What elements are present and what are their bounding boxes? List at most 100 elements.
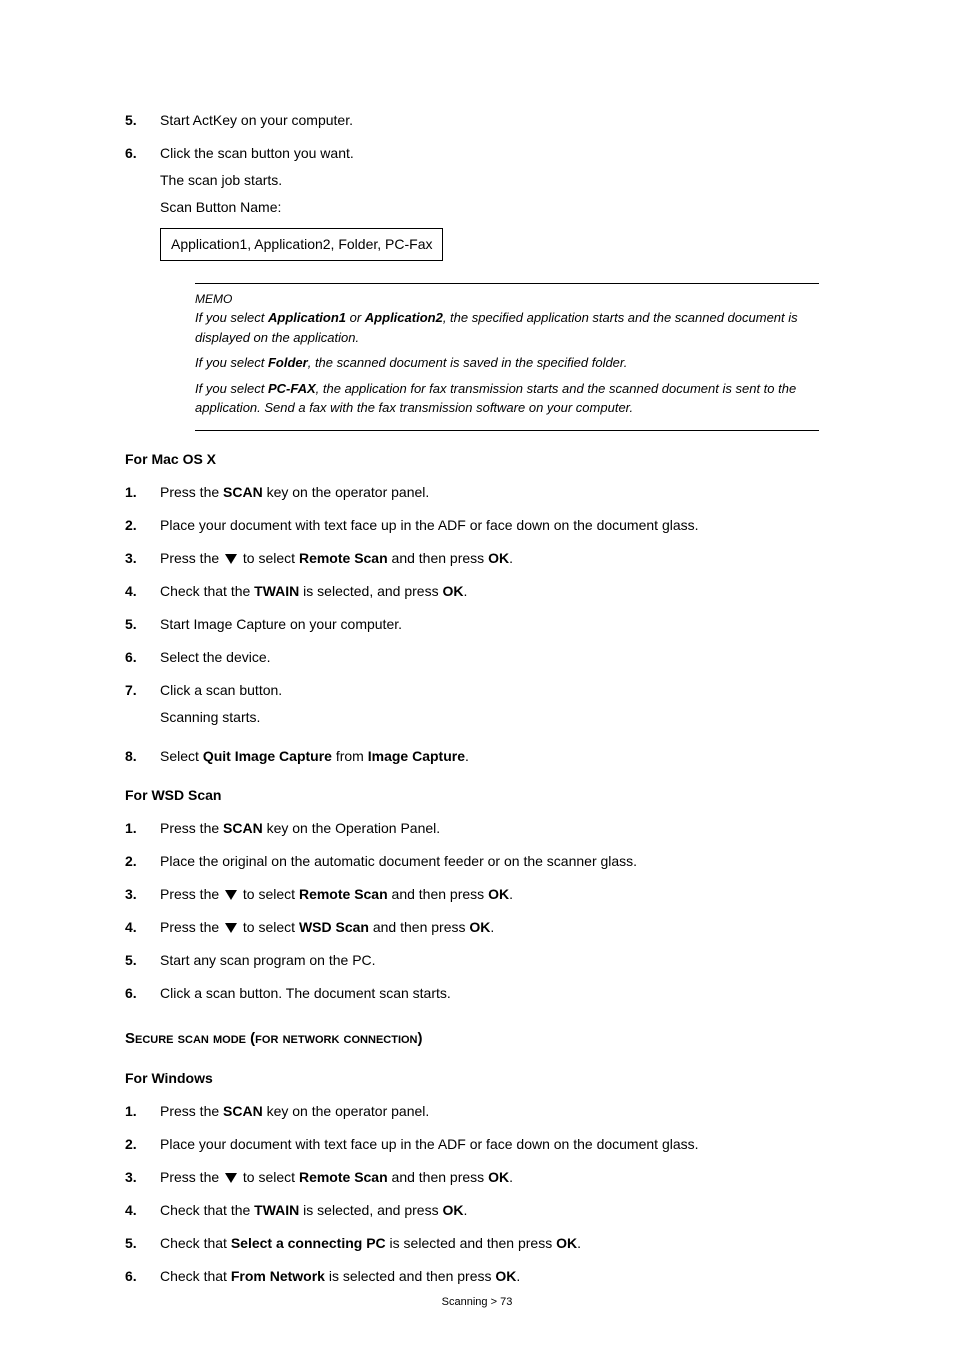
list-item: 4. Check that the TWAIN is selected, and… — [125, 581, 849, 602]
page-footer: Scanning > 73 — [0, 1294, 954, 1311]
bold-text: TWAIN — [254, 583, 299, 599]
list-item: 8. Select Quit Image Capture from Image … — [125, 746, 849, 767]
item-text: Select the device. — [160, 647, 849, 668]
item-content: Press the to select Remote Scan and then… — [160, 548, 849, 569]
item-content: Click the scan button you want. The scan… — [160, 143, 849, 271]
text: key on the operator panel. — [263, 1103, 430, 1119]
list-item: 6. Select the device. — [125, 647, 849, 668]
item-text: Place your document with text face up in… — [160, 515, 849, 536]
item-number: 6. — [125, 983, 160, 1004]
item-content: Click a scan button. Scanning starts. — [160, 680, 849, 734]
item-number: 1. — [125, 1101, 160, 1122]
item-number: 2. — [125, 515, 160, 536]
text: is selected, and press — [299, 583, 442, 599]
item-content: Press the SCAN key on the operator panel… — [160, 482, 849, 503]
text: and then press — [388, 886, 488, 902]
list-item: 6. Click a scan button. The document sca… — [125, 983, 849, 1004]
text: Check that — [160, 1235, 231, 1251]
item-content: Press the SCAN key on the operator panel… — [160, 1101, 849, 1122]
text: If you select — [195, 355, 268, 370]
heading-wsd: For WSD Scan — [125, 785, 849, 806]
item-text: Click a scan button. The document scan s… — [160, 983, 849, 1004]
list-item: 1. Press the SCAN key on the operator pa… — [125, 1101, 849, 1122]
windows-list: 1. Press the SCAN key on the operator pa… — [125, 1101, 849, 1287]
text: Check that the — [160, 1202, 254, 1218]
item-content: Press the to select WSD Scan and then pr… — [160, 917, 849, 938]
bold-text: Remote Scan — [299, 550, 388, 566]
text: . — [463, 1202, 467, 1218]
heading-mac: For Mac OS X — [125, 449, 849, 470]
bold-text: Select a connecting PC — [231, 1235, 386, 1251]
bold-text: Application1 — [268, 310, 346, 325]
item-text: Start Image Capture on your computer. — [160, 614, 849, 635]
sub-para: Scan Button Name: — [160, 197, 849, 218]
text: Press the — [160, 1169, 223, 1185]
item-content: Check that the TWAIN is selected, and pr… — [160, 581, 849, 602]
text: . — [490, 919, 494, 935]
list-item: 5. Check that Select a connecting PC is … — [125, 1233, 849, 1254]
text: to select — [239, 1169, 299, 1185]
text: . — [577, 1235, 581, 1251]
text: . — [465, 748, 469, 764]
text: , the scanned document is saved in the s… — [308, 355, 628, 370]
item-content: Check that Select a connecting PC is sel… — [160, 1233, 849, 1254]
text: Check that the — [160, 583, 254, 599]
item-number: 5. — [125, 614, 160, 635]
item-text: Place the original on the automatic docu… — [160, 851, 849, 872]
bold-text: OK — [488, 550, 509, 566]
text: . — [509, 550, 513, 566]
item-number: 6. — [125, 1266, 160, 1287]
item-number: 7. — [125, 680, 160, 734]
text: is selected and then press — [386, 1235, 556, 1251]
list-item: 4. Check that the TWAIN is selected, and… — [125, 1200, 849, 1221]
item-content: Check that the TWAIN is selected, and pr… — [160, 1200, 849, 1221]
list-item: 3. Press the to select Remote Scan and t… — [125, 884, 849, 905]
text: . — [463, 583, 467, 599]
bold-text: SCAN — [223, 1103, 263, 1119]
item-number: 4. — [125, 1200, 160, 1221]
bold-text: OK — [442, 583, 463, 599]
bold-text: From Network — [231, 1268, 325, 1284]
bold-text: Folder — [268, 355, 308, 370]
heading-windows: For Windows — [125, 1068, 849, 1089]
text: If you select — [195, 310, 268, 325]
sub-para: The scan job starts. — [160, 170, 849, 191]
item-content: Press the SCAN key on the Operation Pane… — [160, 818, 849, 839]
item-text: Start ActKey on your computer. — [160, 110, 849, 131]
down-arrow-icon — [225, 554, 237, 564]
list-item: 5. Start Image Capture on your computer. — [125, 614, 849, 635]
text: key on the operator panel. — [263, 484, 430, 500]
bold-text: Image Capture — [368, 748, 465, 764]
item-number: 6. — [125, 647, 160, 668]
bold-text: WSD Scan — [299, 919, 369, 935]
list-item: 5. Start any scan program on the PC. — [125, 950, 849, 971]
bold-text: Remote Scan — [299, 886, 388, 902]
list-item: 2. Place your document with text face up… — [125, 1134, 849, 1155]
text: . — [509, 886, 513, 902]
list-item: 3. Press the to select Remote Scan and t… — [125, 548, 849, 569]
item-number: 1. — [125, 482, 160, 503]
item-number: 1. — [125, 818, 160, 839]
list-item: 1. Press the SCAN key on the operator pa… — [125, 482, 849, 503]
item-number: 6. — [125, 143, 160, 271]
top-list: 5. Start ActKey on your computer. 6. Cli… — [125, 110, 849, 271]
item-number: 3. — [125, 884, 160, 905]
text: to select — [239, 550, 299, 566]
text: . — [509, 1169, 513, 1185]
item-text: Click the scan button you want. — [160, 143, 849, 164]
item-number: 4. — [125, 581, 160, 602]
list-item: 2. Place your document with text face up… — [125, 515, 849, 536]
bold-text: Remote Scan — [299, 1169, 388, 1185]
memo-title: MEMO — [195, 290, 819, 308]
bold-text: OK — [495, 1268, 516, 1284]
text: Select — [160, 748, 203, 764]
bold-text: TWAIN — [254, 1202, 299, 1218]
list-item: 6. Click the scan button you want. The s… — [125, 143, 849, 271]
text: is selected and then press — [325, 1268, 495, 1284]
item-number: 2. — [125, 851, 160, 872]
bold-text: OK — [488, 1169, 509, 1185]
memo-para: If you select Folder, the scanned docume… — [195, 353, 819, 373]
text: and then press — [369, 919, 469, 935]
list-item: 1. Press the SCAN key on the Operation P… — [125, 818, 849, 839]
text: Check that — [160, 1268, 231, 1284]
